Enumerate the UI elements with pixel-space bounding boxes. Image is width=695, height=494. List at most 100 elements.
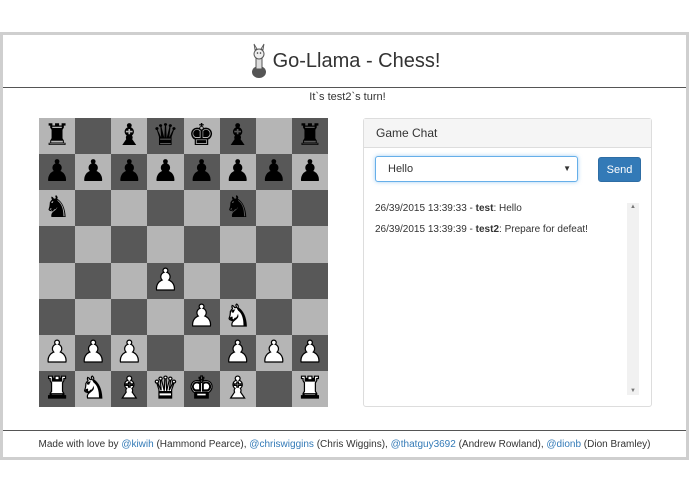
credit-link[interactable]: @kiwih bbox=[121, 439, 153, 450]
black-pawn-icon[interactable]: ♟ bbox=[116, 157, 143, 187]
square-h1[interactable]: ♜ bbox=[291, 370, 328, 407]
square-f5[interactable] bbox=[219, 226, 256, 263]
square-e5[interactable] bbox=[183, 226, 220, 263]
square-d4[interactable]: ♟ bbox=[147, 262, 184, 299]
square-e2[interactable] bbox=[183, 334, 220, 371]
square-c7[interactable]: ♟ bbox=[111, 154, 148, 191]
square-f6[interactable]: ♞ bbox=[219, 190, 256, 227]
square-e4[interactable] bbox=[183, 262, 220, 299]
square-d2[interactable] bbox=[147, 334, 184, 371]
square-b3[interactable] bbox=[75, 298, 112, 335]
square-a1[interactable]: ♜ bbox=[39, 370, 76, 407]
white-knight-icon[interactable]: ♞ bbox=[79, 373, 107, 404]
white-rook-icon[interactable]: ♜ bbox=[43, 373, 71, 404]
square-f1[interactable]: ♝ bbox=[219, 370, 256, 407]
square-e3[interactable]: ♟ bbox=[183, 298, 220, 335]
chat-scrollbar[interactable]: ▲ ▼ bbox=[627, 203, 639, 395]
black-queen-icon[interactable]: ♛ bbox=[152, 121, 179, 151]
black-knight-icon[interactable]: ♞ bbox=[224, 193, 251, 223]
square-c6[interactable] bbox=[111, 190, 148, 227]
square-f4[interactable] bbox=[219, 262, 256, 299]
square-h3[interactable] bbox=[291, 298, 328, 335]
message-select[interactable]: Hello ▼ bbox=[375, 156, 578, 182]
square-e6[interactable] bbox=[183, 190, 220, 227]
square-f3[interactable]: ♞ bbox=[219, 298, 256, 335]
black-rook-icon[interactable]: ♜ bbox=[296, 121, 323, 151]
square-b4[interactable] bbox=[75, 262, 112, 299]
square-b6[interactable] bbox=[75, 190, 112, 227]
square-h2[interactable]: ♟ bbox=[291, 334, 328, 371]
square-c5[interactable] bbox=[111, 226, 148, 263]
square-b2[interactable]: ♟ bbox=[75, 334, 112, 371]
square-c2[interactable]: ♟ bbox=[111, 334, 148, 371]
white-pawn-icon[interactable]: ♟ bbox=[151, 264, 179, 295]
white-knight-icon[interactable]: ♞ bbox=[224, 301, 252, 332]
square-a5[interactable] bbox=[39, 226, 76, 263]
white-bishop-icon[interactable]: ♝ bbox=[115, 373, 143, 404]
square-h6[interactable] bbox=[291, 190, 328, 227]
white-pawn-icon[interactable]: ♟ bbox=[79, 337, 107, 368]
square-b7[interactable]: ♟ bbox=[75, 154, 112, 191]
credit-link[interactable]: @dionb bbox=[546, 439, 581, 450]
square-a8[interactable]: ♜ bbox=[39, 118, 76, 155]
square-h8[interactable]: ♜ bbox=[291, 118, 328, 155]
white-pawn-icon[interactable]: ♟ bbox=[43, 337, 71, 368]
square-h5[interactable] bbox=[291, 226, 328, 263]
square-b1[interactable]: ♞ bbox=[75, 370, 112, 407]
square-g3[interactable] bbox=[255, 298, 292, 335]
square-e7[interactable]: ♟ bbox=[183, 154, 220, 191]
square-a7[interactable]: ♟ bbox=[39, 154, 76, 191]
white-pawn-icon[interactable]: ♟ bbox=[188, 301, 216, 332]
credit-link[interactable]: @chriswiggins bbox=[249, 439, 314, 450]
square-a6[interactable]: ♞ bbox=[39, 190, 76, 227]
white-king-icon[interactable]: ♚ bbox=[188, 373, 216, 404]
black-pawn-icon[interactable]: ♟ bbox=[224, 157, 251, 187]
square-d5[interactable] bbox=[147, 226, 184, 263]
black-king-icon[interactable]: ♚ bbox=[188, 121, 215, 151]
white-pawn-icon[interactable]: ♟ bbox=[296, 337, 324, 368]
square-g1[interactable] bbox=[255, 370, 292, 407]
white-pawn-icon[interactable]: ♟ bbox=[260, 337, 288, 368]
square-d7[interactable]: ♟ bbox=[147, 154, 184, 191]
black-pawn-icon[interactable]: ♟ bbox=[152, 157, 179, 187]
credit-link[interactable]: @thatguy3692 bbox=[391, 439, 456, 450]
square-b8[interactable] bbox=[75, 118, 112, 155]
black-pawn-icon[interactable]: ♟ bbox=[260, 157, 287, 187]
chess-board[interactable]: ♜ ♝ ♛ ♚ ♝ ♜ ♟ ♟ ♟ ♟ ♟ ♟ ♟ ♟ ♞ ♞ ♟ ♟ ♞ ♟ ♟ ♟ ♟ ♟ ♟ ♜ ♞ ♝ ♛ ♚ ♝ ♜ bbox=[39, 118, 328, 407]
square-d3[interactable] bbox=[147, 298, 184, 335]
white-queen-icon[interactable]: ♛ bbox=[151, 373, 179, 404]
scroll-down-icon[interactable]: ▼ bbox=[630, 388, 636, 394]
black-pawn-icon[interactable]: ♟ bbox=[80, 157, 107, 187]
square-b5[interactable] bbox=[75, 226, 112, 263]
square-a2[interactable]: ♟ bbox=[39, 334, 76, 371]
square-e8[interactable]: ♚ bbox=[183, 118, 220, 155]
square-e1[interactable]: ♚ bbox=[183, 370, 220, 407]
black-pawn-icon[interactable]: ♟ bbox=[44, 157, 71, 187]
square-g5[interactable] bbox=[255, 226, 292, 263]
square-c4[interactable] bbox=[111, 262, 148, 299]
scroll-up-icon[interactable]: ▲ bbox=[630, 204, 636, 210]
square-g7[interactable]: ♟ bbox=[255, 154, 292, 191]
square-c3[interactable] bbox=[111, 298, 148, 335]
white-pawn-icon[interactable]: ♟ bbox=[115, 337, 143, 368]
square-g2[interactable]: ♟ bbox=[255, 334, 292, 371]
square-f2[interactable]: ♟ bbox=[219, 334, 256, 371]
square-f7[interactable]: ♟ bbox=[219, 154, 256, 191]
black-rook-icon[interactable]: ♜ bbox=[44, 121, 71, 151]
square-g8[interactable] bbox=[255, 118, 292, 155]
black-knight-icon[interactable]: ♞ bbox=[44, 193, 71, 223]
square-h7[interactable]: ♟ bbox=[291, 154, 328, 191]
white-pawn-icon[interactable]: ♟ bbox=[224, 337, 252, 368]
square-h4[interactable] bbox=[291, 262, 328, 299]
square-c1[interactable]: ♝ bbox=[111, 370, 148, 407]
black-bishop-icon[interactable]: ♝ bbox=[116, 121, 143, 151]
square-g6[interactable] bbox=[255, 190, 292, 227]
send-button[interactable]: Send bbox=[598, 157, 641, 182]
square-a4[interactable] bbox=[39, 262, 76, 299]
square-a3[interactable] bbox=[39, 298, 76, 335]
square-d1[interactable]: ♛ bbox=[147, 370, 184, 407]
white-bishop-icon[interactable]: ♝ bbox=[224, 373, 252, 404]
square-d6[interactable] bbox=[147, 190, 184, 227]
black-pawn-icon[interactable]: ♟ bbox=[188, 157, 215, 187]
square-d8[interactable]: ♛ bbox=[147, 118, 184, 155]
